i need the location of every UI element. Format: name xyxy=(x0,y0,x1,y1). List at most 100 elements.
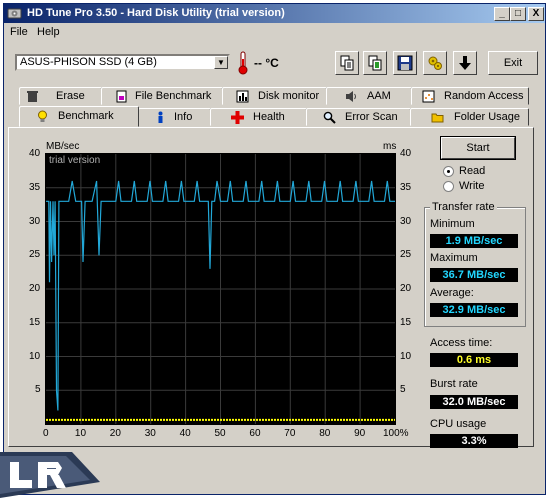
y-tick-label: 25 xyxy=(29,249,41,261)
cpu-usage-label: CPU usage xyxy=(430,418,487,430)
minimize-button[interactable]: _ xyxy=(494,7,510,21)
tab-random-access[interactable]: Random Access xyxy=(411,87,529,105)
tab-health[interactable]: Health xyxy=(210,108,307,126)
file-benchmark-icon xyxy=(116,90,127,103)
access-time-label: Access time: xyxy=(430,337,493,349)
menu-help[interactable]: Help xyxy=(37,26,60,38)
y-axis-label: MB/sec xyxy=(46,141,80,152)
average-value: 32.9 MB/sec xyxy=(430,303,518,317)
tab-folder-usage-label: Folder Usage xyxy=(454,111,521,123)
tab-benchmark-label: Benchmark xyxy=(58,110,114,122)
write-radio-label: Write xyxy=(459,180,485,192)
tab-folder-usage[interactable]: Folder Usage xyxy=(410,108,529,126)
start-button[interactable]: Start xyxy=(440,136,516,160)
y2-tick-label: 20 xyxy=(400,283,412,294)
tab-file-benchmark[interactable]: File Benchmark xyxy=(101,87,223,105)
y2-tick-label: 5 xyxy=(400,384,406,396)
app-disk-icon xyxy=(7,8,22,19)
y-tick-label: 40 xyxy=(29,148,41,159)
legit-reviews-logo xyxy=(0,452,100,498)
disk-monitor-icon xyxy=(236,90,249,103)
y2-tick-label: 40 xyxy=(400,148,412,159)
save-icon xyxy=(397,55,413,71)
tab-info-label: Info xyxy=(174,111,193,123)
download-button[interactable] xyxy=(453,51,477,75)
transfer-chart-svg xyxy=(46,154,395,424)
burst-rate-value: 32.0 MB/sec xyxy=(430,395,518,409)
x-tick-label: 100% xyxy=(383,428,409,439)
close-button[interactable]: X xyxy=(528,7,544,21)
magnifier-icon xyxy=(323,111,336,124)
copy-text-button[interactable] xyxy=(335,51,359,75)
tab-file-benchmark-label: File Benchmark xyxy=(135,90,212,102)
read-radio[interactable] xyxy=(443,166,454,177)
transfer-rate-title: Transfer rate xyxy=(430,201,497,213)
tab-error-scan[interactable]: Error Scan xyxy=(306,108,411,126)
x-tick-label: 40 xyxy=(179,428,191,439)
drive-select-value: ASUS-PHISON SSD (4 GB) xyxy=(20,56,157,68)
tab-erase-label: Erase xyxy=(56,90,85,102)
window-title: HD Tune Pro 3.50 - Hard Disk Utility (tr… xyxy=(27,7,285,19)
tab-erase[interactable]: Erase xyxy=(19,87,102,105)
y2-tick-label: 30 xyxy=(400,215,412,227)
options-button[interactable] xyxy=(423,51,447,75)
menu-file[interactable]: File xyxy=(10,26,28,38)
random-access-icon xyxy=(422,90,435,103)
y-tick-label: 35 xyxy=(29,181,41,193)
y2-tick-label: 25 xyxy=(400,249,412,261)
tab-error-scan-label: Error Scan xyxy=(345,111,398,123)
menu-bar: File Help xyxy=(4,24,545,41)
y2-tick-label: 10 xyxy=(400,350,412,362)
copy-screen-icon xyxy=(368,55,382,71)
maximize-button[interactable]: □ xyxy=(510,7,526,21)
y2-tick-label: 35 xyxy=(400,181,412,193)
access-time-value: 0.6 ms xyxy=(430,353,518,367)
average-label: Average: xyxy=(430,287,474,299)
tab-aam[interactable]: AAM xyxy=(326,87,412,105)
x-tick-label: 90 xyxy=(354,428,366,439)
tab-health-label: Health xyxy=(253,111,285,123)
y-tick-label: 5 xyxy=(35,384,41,396)
copy-screen-button[interactable] xyxy=(363,51,387,75)
x-tick-label: 80 xyxy=(319,428,331,439)
y-tick-label: 10 xyxy=(29,350,41,362)
maximum-value: 36.7 MB/sec xyxy=(430,268,518,282)
speaker-icon xyxy=(346,91,356,102)
thermometer-icon xyxy=(238,51,248,75)
write-radio[interactable] xyxy=(443,181,454,192)
minimum-label: Minimum xyxy=(430,218,475,230)
tab-benchmark[interactable]: Benchmark xyxy=(19,106,139,127)
x-tick-label: 20 xyxy=(109,428,121,439)
burst-rate-label: Burst rate xyxy=(430,378,478,390)
maximum-label: Maximum xyxy=(430,252,478,264)
title-bar[interactable]: HD Tune Pro 3.50 - Hard Disk Utility (tr… xyxy=(4,4,545,23)
health-cross-icon xyxy=(231,111,244,124)
copy-text-icon xyxy=(340,55,354,71)
read-radio-label: Read xyxy=(459,165,486,177)
x-tick-label: 30 xyxy=(144,428,156,439)
info-icon xyxy=(158,111,163,123)
folder-icon xyxy=(431,113,444,123)
toolbar: ASUS-PHISON SSD (4 GB) ▼ -- °C Exit xyxy=(4,42,545,82)
y-tick-label: 30 xyxy=(29,215,41,227)
y2-axis-label: ms xyxy=(383,141,397,152)
bulb-icon xyxy=(38,110,47,122)
save-button[interactable] xyxy=(393,51,417,75)
x-tick-label: 70 xyxy=(284,428,296,439)
download-arrow-icon xyxy=(459,56,471,70)
chevron-down-icon[interactable]: ▼ xyxy=(214,56,228,69)
drive-select[interactable]: ASUS-PHISON SSD (4 GB) ▼ xyxy=(15,54,230,71)
y2-tick-label: 15 xyxy=(400,316,412,328)
y-tick-label: 15 xyxy=(29,316,41,328)
minimum-value: 1.9 MB/sec xyxy=(430,234,518,248)
tab-disk-monitor-label: Disk monitor xyxy=(258,90,320,102)
tab-info[interactable]: Info xyxy=(138,108,211,126)
y-tick-label: 20 xyxy=(29,283,41,294)
x-tick-label: 60 xyxy=(249,428,261,439)
x-tick-label: 50 xyxy=(214,428,226,439)
tab-random-access-label: Random Access xyxy=(444,90,524,102)
trash-icon xyxy=(27,91,38,102)
options-icon xyxy=(428,56,442,70)
tab-disk-monitor[interactable]: Disk monitor xyxy=(222,87,327,105)
exit-button[interactable]: Exit xyxy=(488,51,538,75)
